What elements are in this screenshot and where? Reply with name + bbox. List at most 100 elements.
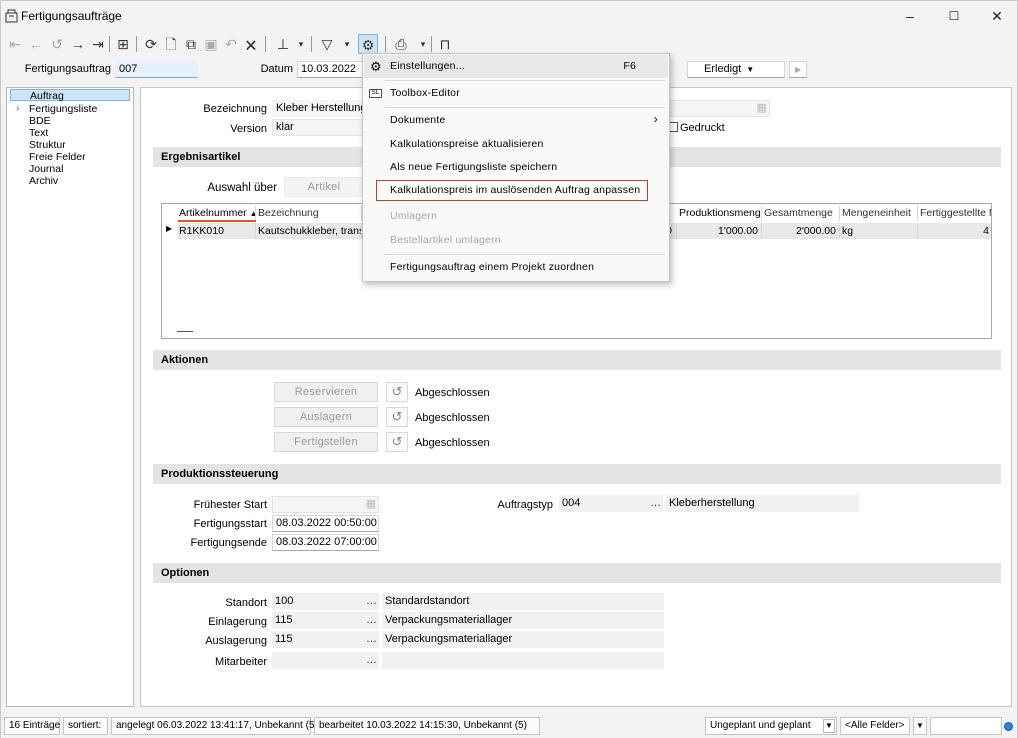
datum-field[interactable]: 10.03.2022 (297, 61, 367, 78)
maximize-button[interactable]: ☐ (934, 4, 974, 28)
auslagern-button[interactable]: Auslagern (274, 407, 378, 427)
mitarbeiter-label: Mitarbeiter (215, 656, 267, 668)
lookup-dots-icon[interactable]: … (650, 495, 661, 512)
col-bezeichnung[interactable]: Bezeichnung (256, 206, 362, 221)
chevron-right-icon[interactable]: › (16, 103, 19, 114)
menu-item-bestellartikel-umlagern[interactable]: Bestellartikel umlagern (364, 229, 668, 252)
close-button[interactable]: ✕ (977, 4, 1017, 28)
previous-record-icon[interactable]: ← (26, 34, 46, 54)
standort-text: Standardstandort (382, 593, 664, 610)
sidebar-item-struktur[interactable]: Struktur (29, 139, 66, 151)
auswahl-label: Auswahl über (207, 182, 277, 194)
pin-dropdown-icon[interactable]: ▾ (291, 34, 311, 54)
save-icon[interactable]: ▣ (201, 34, 221, 54)
lookup-dots-icon[interactable]: … (366, 612, 377, 629)
col-mengeneinheit[interactable]: Mengeneinheit (840, 206, 918, 221)
felder-select[interactable]: <Alle Felder> (840, 717, 910, 735)
lookup-dots-icon[interactable]: … (366, 631, 377, 648)
col-gesamtmenge[interactable]: Gesamtmenge (762, 206, 840, 221)
version-field[interactable]: klar (272, 119, 364, 136)
filter-icon[interactable]: ▽ (317, 34, 337, 54)
cell-fertig[interactable]: 4 (918, 223, 991, 239)
fertigungsstart-field[interactable]: 08.03.2022 00:50:00 (272, 515, 379, 532)
filter-dropdown-icon[interactable]: ▾ (337, 34, 357, 54)
sidebar-nav: Auftrag › Fertigungsliste BDE Text Struk… (6, 87, 134, 707)
table-view-icon[interactable]: ⊞ (113, 34, 133, 54)
status-bar: 16 Einträge sortiert: angelegt 06.03.202… (1, 714, 1017, 738)
sidebar-item-text[interactable]: Text (29, 127, 48, 139)
search-field[interactable] (930, 717, 1002, 735)
filter-select[interactable]: Ungeplant und geplant ▼ (705, 717, 837, 735)
fertigungsende-field[interactable]: 08.03.2022 07:00:00 (272, 534, 379, 551)
lookup-dots-icon[interactable]: … (366, 593, 377, 610)
delete-document-icon[interactable]: 🗙 (241, 34, 261, 54)
menu-item-einstellungen[interactable]: ⚙ Einstellungen... F6 (364, 55, 668, 78)
gear-menu-icon[interactable]: ⚙ (358, 34, 378, 54)
sidebar-item-auftrag[interactable]: Auftrag (10, 89, 130, 102)
date-field[interactable]: ▦ (670, 100, 770, 117)
einlagerung-field[interactable]: 115… (272, 612, 379, 629)
col-produktionsmenge[interactable]: Produktionsmenge (677, 206, 762, 221)
auftragstyp-field[interactable]: 004… (559, 495, 663, 512)
cell-produktionsmenge[interactable]: 1'000.00 (677, 223, 762, 239)
cell-artikelnummer[interactable]: R1KK010 (177, 223, 256, 239)
menu-item-toolbox-editor[interactable]: SL Toolbox-Editor (364, 82, 668, 105)
standort-field[interactable]: 100… (272, 593, 379, 610)
menu-item-projekt-zuordnen[interactable]: Fertigungsauftrag einem Projekt zuordnen (364, 256, 668, 279)
artikel-button[interactable]: Artikel (284, 177, 364, 197)
search-go-icon[interactable] (1004, 722, 1013, 731)
cell-mengeneinheit[interactable]: kg (840, 223, 918, 239)
last-record-icon[interactable]: ⇥ (88, 34, 108, 54)
status-angelegt: angelegt 06.03.2022 13:41:17, Unbekannt … (111, 717, 318, 735)
next-status-icon[interactable]: ▶ (789, 61, 807, 78)
col-artikelnummer[interactable]: Artikelnummer ▲ (177, 206, 256, 221)
col-fertiggestellte[interactable]: Fertiggestellte Me (918, 206, 991, 221)
reset-fertigstellen-icon[interactable]: ↺ (386, 432, 408, 452)
sidebar-item-bde[interactable]: BDE (29, 115, 51, 127)
standort-label: Standort (225, 597, 267, 609)
menu-item-dokumente[interactable]: Dokumente › (364, 109, 668, 132)
fruehester-start-field[interactable]: ▦ (272, 496, 379, 513)
menu-item-kalkulationspreis-anpassen[interactable]: Kalkulationspreis im auslösenden Auftrag… (364, 179, 668, 202)
refresh-icon[interactable]: ⟳ (141, 34, 161, 54)
print-icon[interactable]: ⎙ (391, 34, 411, 54)
history-icon[interactable]: ↺ (47, 34, 67, 54)
felder-dropdown-icon[interactable]: ▼ (913, 717, 927, 735)
exit-icon[interactable]: ⊓ (435, 34, 455, 54)
fertigstellen-button[interactable]: Fertigstellen (274, 432, 378, 452)
auftrag-field[interactable]: 007 (115, 61, 198, 78)
cell-bezeichnung[interactable]: Kautschukkleber, transpa (256, 223, 362, 239)
menu-item-kalkulationspreise-aktualisieren[interactable]: Kalkulationspreise aktualisieren (364, 133, 668, 156)
auslagerung-text: Verpackungsmateriallager (382, 631, 664, 648)
bezeichnung-field[interactable]: Kleber Herstellung K (272, 100, 364, 117)
undo-icon[interactable]: ↶ (221, 34, 241, 54)
reset-reservieren-icon[interactable]: ↺ (386, 382, 408, 402)
auslagerung-field[interactable]: 115… (272, 631, 379, 648)
pin-icon[interactable]: ⊥ (273, 34, 293, 54)
status-sort: sortiert: (63, 717, 108, 735)
reservieren-button[interactable]: Reservieren (274, 382, 378, 402)
menu-item-als-fertigungsliste-speichern[interactable]: Als neue Fertigungsliste speichern (364, 156, 668, 179)
sort-indicator (178, 220, 256, 222)
next-record-icon[interactable]: → (68, 34, 88, 54)
chevron-down-icon: ▼ (823, 719, 835, 733)
mitarbeiter-field[interactable]: … (272, 652, 379, 669)
reset-auslagern-icon[interactable]: ↺ (386, 407, 408, 427)
einlagerung-label: Einlagerung (208, 616, 267, 628)
toolbox-icon: SL (369, 89, 382, 98)
new-document-icon[interactable]: 🗋 (161, 34, 181, 54)
copy-icon[interactable]: ⧉ (181, 34, 201, 54)
sidebar-item-archiv[interactable]: Archiv (29, 175, 58, 187)
print-dropdown-icon[interactable]: ▾ (413, 34, 433, 54)
sidebar-item-fertigungsliste[interactable]: Fertigungsliste (29, 103, 97, 115)
minimize-button[interactable]: – (890, 4, 930, 28)
chevron-right-icon: › (653, 112, 658, 126)
sidebar-item-journal[interactable]: Journal (29, 163, 63, 175)
sidebar-item-freie-felder[interactable]: Freie Felder (29, 151, 86, 163)
lookup-dots-icon[interactable]: … (366, 652, 377, 669)
menu-item-umlagern[interactable]: Umlagern (364, 205, 668, 228)
einlagerung-text: Verpackungsmateriallager (382, 612, 664, 629)
status-select[interactable]: Erledigt ▼ (687, 61, 785, 78)
cell-gesamtmenge[interactable]: 2'000.00 (762, 223, 840, 239)
first-record-icon[interactable]: ⇤ (5, 34, 25, 54)
